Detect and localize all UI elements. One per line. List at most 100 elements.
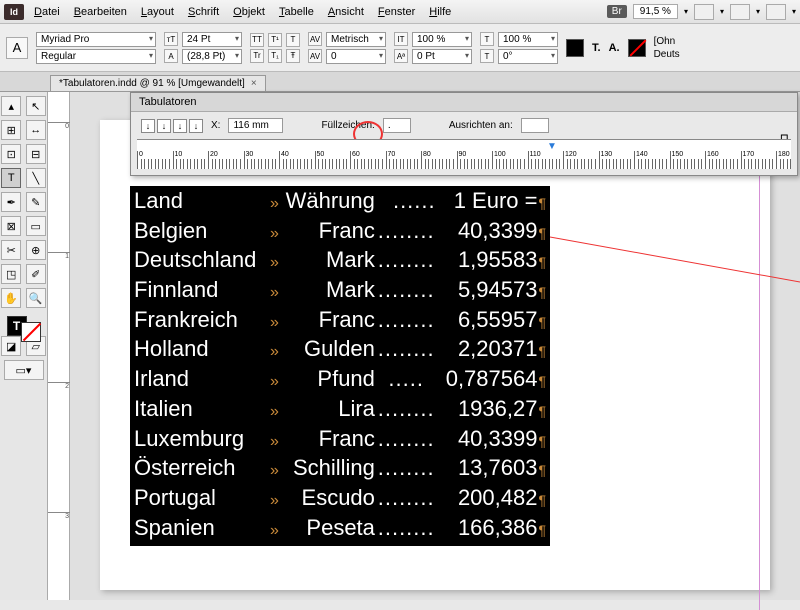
app-icon: Id <box>4 4 24 20</box>
paragraph-mode-icon[interactable]: A <box>6 37 28 59</box>
menu-bar: Id Datei Bearbeiten Layout Schrift Objek… <box>0 0 800 24</box>
type-tool[interactable]: T <box>1 168 21 188</box>
menu-objekt[interactable]: Objekt <box>233 6 265 18</box>
baseline-dropdown[interactable]: 0 Pt <box>412 49 472 64</box>
x-label: X: <box>211 120 220 131</box>
close-tab-icon[interactable]: × <box>251 78 257 89</box>
menu-bearbeiten[interactable]: Bearbeiten <box>74 6 127 18</box>
skew-icon: T <box>480 49 494 63</box>
pencil-tool[interactable]: ✎ <box>26 192 46 212</box>
baseline-icon: Aª <box>394 49 408 63</box>
font-size-icon: тT <box>164 32 178 46</box>
tab-stop-marker[interactable]: ▼ <box>547 141 557 152</box>
page-tool[interactable]: ⊞ <box>1 120 21 140</box>
rectangle-tool[interactable]: ▭ <box>26 216 46 236</box>
fill-color-swatch[interactable] <box>566 39 584 57</box>
vscale-dropdown[interactable]: 100 % <box>498 32 558 47</box>
tabulator-panel-title: Tabulatoren <box>131 93 797 112</box>
charstyle-t-icon[interactable]: T. <box>592 42 601 54</box>
tabulator-panel: Tabulatoren ↓ ↓ ↓ ↓ X: Füllzeichen: Ausr… <box>130 92 798 176</box>
tabulator-ruler[interactable]: ▼ 01020304050607080901001101201301401501… <box>137 139 791 169</box>
subscript-icon[interactable]: T₁ <box>268 49 282 63</box>
pen-tool[interactable]: ✒ <box>1 192 21 212</box>
table-row: Holland»Gulden........2,20371¶ <box>134 334 546 364</box>
free-transform-tool[interactable]: ⊕ <box>26 240 46 260</box>
view-mode-icon-3[interactable] <box>766 4 786 20</box>
workspace: ▴ ↖ ⊞ ↔ ⊡ ⊟ T ╲ ✒ ✎ ⊠ ▭ ✂ ⊕ ◳ ✐ ✋ 🔍 T ◪ … <box>0 92 800 600</box>
table-row: Frankreich»Franc........6,55957¶ <box>134 305 546 335</box>
eyedropper-tool[interactable]: ✐ <box>26 264 46 284</box>
fillchar-input[interactable] <box>383 118 411 133</box>
margin-guide <box>759 100 760 610</box>
font-style-dropdown[interactable]: Regular <box>36 49 156 64</box>
menu-ansicht[interactable]: Ansicht <box>328 6 364 18</box>
document-tab-title: *Tabulatoren.indd @ 91 % [Umgewandelt] <box>59 78 245 89</box>
table-header-row: Land»Währung......1 Euro =¶ <box>134 186 546 216</box>
table-row: Portugal»Escudo........200,482¶ <box>134 483 546 513</box>
language-label: Deuts <box>654 49 680 60</box>
font-family-dropdown[interactable]: Myriad Pro <box>36 32 156 47</box>
font-size-dropdown[interactable]: 24 Pt <box>182 32 242 47</box>
superscript-icon[interactable]: T¹ <box>268 33 282 47</box>
stroke-swatch[interactable] <box>21 322 41 342</box>
leading-dropdown[interactable]: (28,8 Pt) <box>182 49 242 64</box>
tab-align-decimal[interactable]: ↓ <box>189 119 203 133</box>
strikethrough-icon[interactable]: Ŧ <box>286 49 300 63</box>
table-row: Italien»Lira........1936,27¶ <box>134 394 546 424</box>
rectangle-frame-tool[interactable]: ⊠ <box>1 216 21 236</box>
content-placer-tool[interactable]: ⊟ <box>26 144 46 164</box>
table-row: Belgien»Franc........40,3399¶ <box>134 216 546 246</box>
kerning-icon: AV <box>308 32 322 46</box>
view-mode-icon-2[interactable] <box>730 4 750 20</box>
x-position-input[interactable] <box>228 118 283 133</box>
bridge-badge[interactable]: Br <box>607 5 627 18</box>
skew-dropdown[interactable]: 0° <box>498 49 558 64</box>
direct-selection-tool[interactable]: ↖ <box>26 96 46 116</box>
selection-tool[interactable]: ▴ <box>1 96 21 116</box>
table-row: Luxemburg»Franc........40,3399¶ <box>134 424 546 454</box>
table-row: Spanien»Peseta........166,386¶ <box>134 513 546 543</box>
menu-tabelle[interactable]: Tabelle <box>279 6 314 18</box>
tracking-dropdown[interactable]: 0 <box>326 49 386 64</box>
vscale-icon: T <box>480 32 494 46</box>
tab-align-right[interactable]: ↓ <box>173 119 187 133</box>
hscale-icon: IT <box>394 32 408 46</box>
gradient-swatch-tool[interactable]: ◳ <box>1 264 21 284</box>
document-tab[interactable]: *Tabulatoren.indd @ 91 % [Umgewandelt] × <box>50 75 266 91</box>
parastyle-a-icon[interactable]: A. <box>609 42 620 54</box>
content-collector-tool[interactable]: ⊡ <box>1 144 21 164</box>
table-row: Österreich»Schilling........13,7603¶ <box>134 453 546 483</box>
zoom-tool[interactable]: 🔍 <box>26 288 46 308</box>
gap-tool[interactable]: ↔ <box>26 120 46 140</box>
text-frame[interactable]: Land»Währung......1 Euro =¶Belgien»Franc… <box>130 186 550 546</box>
alignto-input[interactable] <box>521 118 549 133</box>
tracking-icon: AV <box>308 49 322 63</box>
scissors-tool[interactable]: ✂ <box>1 240 21 260</box>
view-mode-button[interactable]: ▭▾ <box>4 360 44 380</box>
fillchar-label: Füllzeichen: <box>321 120 374 131</box>
underline-icon[interactable]: T <box>286 33 300 47</box>
tab-align-left[interactable]: ↓ <box>141 119 155 133</box>
smallcaps-icon[interactable]: Tr <box>250 49 264 63</box>
stroke-color-swatch[interactable] <box>628 39 646 57</box>
color-swatches[interactable]: T <box>7 316 41 346</box>
kerning-dropdown[interactable]: Metrisch <box>326 32 386 47</box>
hscale-dropdown[interactable]: 100 % <box>412 32 472 47</box>
menu-fenster[interactable]: Fenster <box>378 6 415 18</box>
view-mode-icon-1[interactable] <box>694 4 714 20</box>
menu-datei[interactable]: Datei <box>34 6 60 18</box>
toolbox: ▴ ↖ ⊞ ↔ ⊡ ⊟ T ╲ ✒ ✎ ⊠ ▭ ✂ ⊕ ◳ ✐ ✋ 🔍 T ◪ … <box>0 92 48 600</box>
table-row: Finnland»Mark........5,94573¶ <box>134 275 546 305</box>
tab-align-center[interactable]: ↓ <box>157 119 171 133</box>
allcaps-icon[interactable]: TT <box>250 33 264 47</box>
line-tool[interactable]: ╲ <box>26 168 46 188</box>
table-row: Irland»Pfund.....0,787564¶ <box>134 364 546 394</box>
hand-tool[interactable]: ✋ <box>1 288 21 308</box>
control-bar: A Myriad Pro Regular тT24 Pt A(28,8 Pt) … <box>0 24 800 72</box>
menu-hilfe[interactable]: Hilfe <box>429 6 451 18</box>
menu-schrift[interactable]: Schrift <box>188 6 219 18</box>
menu-layout[interactable]: Layout <box>141 6 174 18</box>
table-row: Deutschland»Mark........1,95583¶ <box>134 245 546 275</box>
zoom-field[interactable]: 91,5 % <box>633 4 678 19</box>
leading-icon: A <box>164 49 178 63</box>
